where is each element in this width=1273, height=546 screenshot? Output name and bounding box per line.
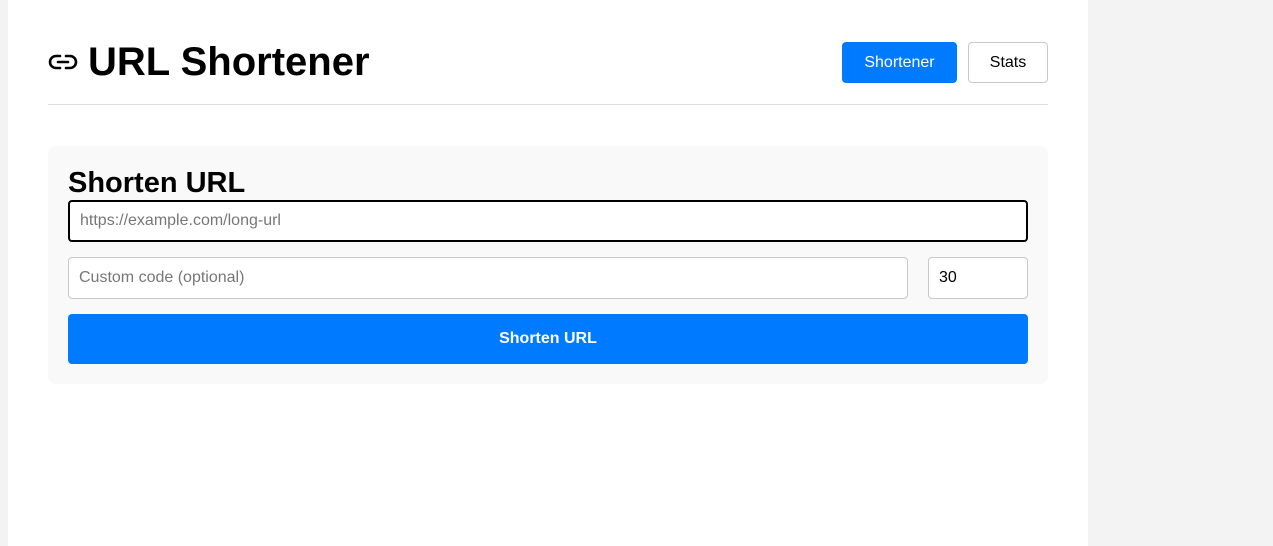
card-title: Shorten URL <box>68 167 246 199</box>
main-container: URL Shortener Shortener Stats Shorten UR… <box>48 0 1048 384</box>
shorten-url-button[interactable]: Shorten URL <box>68 314 1028 364</box>
days-input[interactable] <box>928 257 1028 299</box>
page: URL Shortener Shortener Stats Shorten UR… <box>8 0 1088 546</box>
page-title: URL Shortener <box>88 40 370 84</box>
url-input[interactable] <box>68 200 1028 242</box>
nav: Shortener Stats <box>842 42 1048 83</box>
nav-shortener-button[interactable]: Shortener <box>842 42 957 83</box>
custom-code-input[interactable] <box>68 257 908 299</box>
header: URL Shortener Shortener Stats <box>48 0 1048 105</box>
nav-stats-button[interactable]: Stats <box>968 42 1048 83</box>
shorten-card: Shorten URL Shorten URL <box>48 146 1048 384</box>
link-icon <box>48 51 78 73</box>
title-wrap: URL Shortener <box>48 40 370 84</box>
